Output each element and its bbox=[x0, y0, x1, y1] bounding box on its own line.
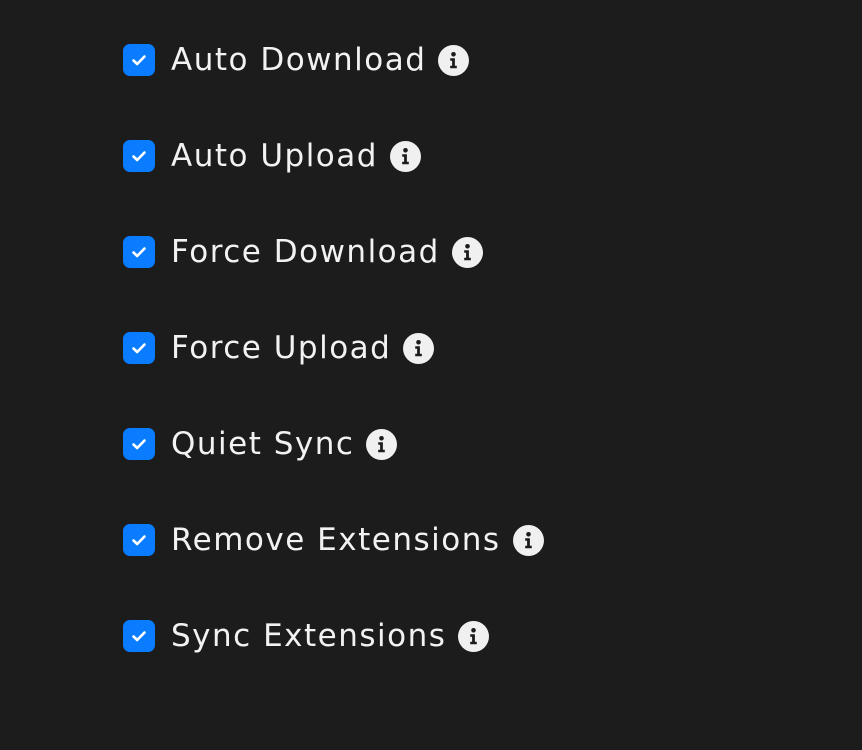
auto-download-label: Auto Download bbox=[171, 41, 427, 78]
setting-auto-upload[interactable]: Auto Upload bbox=[123, 124, 823, 188]
info-icon[interactable] bbox=[438, 44, 470, 76]
sync-extensions-checkbox[interactable] bbox=[123, 620, 155, 652]
setting-sync-extensions[interactable]: Sync Extensions bbox=[123, 604, 823, 668]
quiet-sync-checkbox[interactable] bbox=[123, 428, 155, 460]
setting-force-upload[interactable]: Force Upload bbox=[123, 316, 823, 380]
force-download-label: Force Download bbox=[171, 233, 440, 270]
check-icon bbox=[132, 55, 146, 66]
setting-quiet-sync[interactable]: Quiet Sync bbox=[123, 412, 823, 476]
check-icon bbox=[132, 151, 146, 162]
setting-force-download[interactable]: Force Download bbox=[123, 220, 823, 284]
setting-remove-extensions[interactable]: Remove Extensions bbox=[123, 508, 823, 572]
quiet-sync-label: Quiet Sync bbox=[171, 425, 355, 462]
force-upload-label: Force Upload bbox=[171, 329, 392, 366]
check-icon bbox=[132, 631, 146, 642]
remove-extensions-checkbox[interactable] bbox=[123, 524, 155, 556]
info-icon[interactable] bbox=[512, 524, 544, 556]
info-icon[interactable] bbox=[458, 620, 490, 652]
check-icon bbox=[132, 535, 146, 546]
sync-extensions-label: Sync Extensions bbox=[171, 617, 447, 654]
info-icon[interactable] bbox=[389, 140, 421, 172]
force-download-checkbox[interactable] bbox=[123, 236, 155, 268]
auto-download-checkbox[interactable] bbox=[123, 44, 155, 76]
check-icon bbox=[132, 247, 146, 258]
auto-upload-checkbox[interactable] bbox=[123, 140, 155, 172]
remove-extensions-label: Remove Extensions bbox=[171, 521, 501, 558]
info-icon[interactable] bbox=[366, 428, 398, 460]
check-icon bbox=[132, 343, 146, 354]
force-upload-checkbox[interactable] bbox=[123, 332, 155, 364]
info-icon[interactable] bbox=[451, 236, 483, 268]
auto-upload-label: Auto Upload bbox=[171, 137, 378, 174]
check-icon bbox=[132, 439, 146, 450]
info-icon[interactable] bbox=[403, 332, 435, 364]
setting-auto-download[interactable]: Auto Download bbox=[123, 28, 823, 92]
settings-list: Auto Download Auto Upload Force Download… bbox=[123, 28, 823, 700]
